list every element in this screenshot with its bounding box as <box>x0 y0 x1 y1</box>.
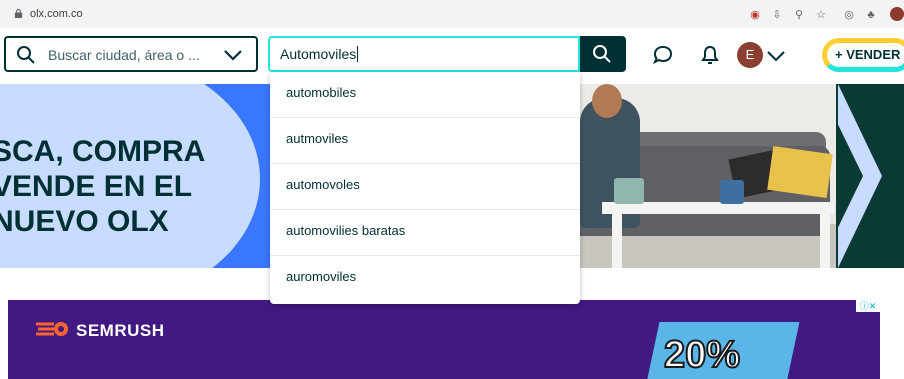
sell-button[interactable]: + VENDER <box>822 38 904 72</box>
semrush-flame-icon <box>36 322 68 336</box>
url-text[interactable]: olx.com.co <box>30 8 83 20</box>
chevron-inner-shape <box>836 108 863 244</box>
address-bar[interactable] <box>4 4 900 24</box>
reader-icon[interactable]: ◎ <box>842 8 856 22</box>
photo-pillow <box>767 146 833 198</box>
photo-table-leg <box>820 212 830 268</box>
search-input[interactable]: Automoviles <box>280 46 359 62</box>
photo-mug <box>614 178 644 204</box>
ad-brand-name: SEMRUSH <box>76 321 165 340</box>
ad-percent-text: 20% <box>663 333 741 377</box>
search-icon <box>593 45 611 63</box>
bookmark-star-icon[interactable]: ☆ <box>814 8 828 22</box>
suggestion-label: automovoles <box>286 177 360 192</box>
search-button[interactable] <box>580 36 626 72</box>
extensions-puzzle-icon[interactable]: ♣ <box>864 8 878 22</box>
suggestion-label: automobiles <box>286 85 357 100</box>
suggestion-item[interactable]: automovilies baratas <box>270 210 580 256</box>
hero-line-1: SCA, COMPRA <box>0 135 206 168</box>
suggestion-item[interactable]: automobiles <box>270 72 580 118</box>
search-icon <box>17 46 35 64</box>
photo-person-head <box>592 84 622 118</box>
search-input-box[interactable]: Automoviles <box>268 36 580 72</box>
chevron-down-icon[interactable] <box>765 48 787 64</box>
extension-icon[interactable]: ◉ <box>748 8 762 22</box>
bell-icon[interactable] <box>700 44 720 66</box>
lock-icon <box>14 9 23 18</box>
browser-url-bar: olx.com.co ◉ ⇩ ⚲ ☆ ◎ ♣ <box>0 0 904 28</box>
location-input[interactable]: Buscar ciudad, área o ... <box>48 47 200 63</box>
ad-choices-icon[interactable]: ⓘ✕ <box>856 300 880 312</box>
hero-banner-text-panel[interactable]: SCA, COMPRA VENDE EN EL NUEVO OLX <box>0 84 280 268</box>
avatar[interactable]: E <box>737 42 763 68</box>
hero-headline: SCA, COMPRA VENDE EN EL NUEVO OLX <box>0 134 205 239</box>
chat-icon[interactable] <box>652 44 674 66</box>
hero-chevron-panel <box>836 84 904 268</box>
photo-mug <box>720 180 744 204</box>
suggestion-label: automovilies baratas <box>286 223 406 238</box>
search-input-value: Automoviles <box>280 46 357 62</box>
suggestion-item[interactable]: autmoviles <box>270 118 580 164</box>
ad-banner[interactable]: SEMRUSH ⓘ✕ 20% <box>8 300 880 379</box>
search-suggestions-dropdown: automobiles autmoviles automovoles autom… <box>270 72 580 304</box>
sell-button-label: + VENDER <box>835 47 901 62</box>
chevron-down-icon[interactable] <box>222 46 244 64</box>
hero-line-2: VENDE EN EL <box>0 170 193 203</box>
suggestion-label: autmoviles <box>286 131 349 146</box>
location-search-box[interactable]: Buscar ciudad, área o ... <box>4 36 258 72</box>
text-caret <box>357 46 359 62</box>
suggestion-item[interactable]: auromoviles <box>270 256 580 302</box>
page: olx.com.co ◉ ⇩ ⚲ ☆ ◎ ♣ Buscar ciudad, ár… <box>0 0 904 379</box>
photo-table-leg <box>612 212 622 268</box>
suggestion-item[interactable]: automovoles <box>270 164 580 210</box>
suggestion-label: auromoviles <box>286 269 357 284</box>
browser-profile-avatar[interactable] <box>890 7 904 21</box>
hero-line-3: NUEVO OLX <box>0 205 169 238</box>
share-icon[interactable]: ⇩ <box>770 8 784 22</box>
zoom-icon[interactable]: ⚲ <box>792 8 806 22</box>
